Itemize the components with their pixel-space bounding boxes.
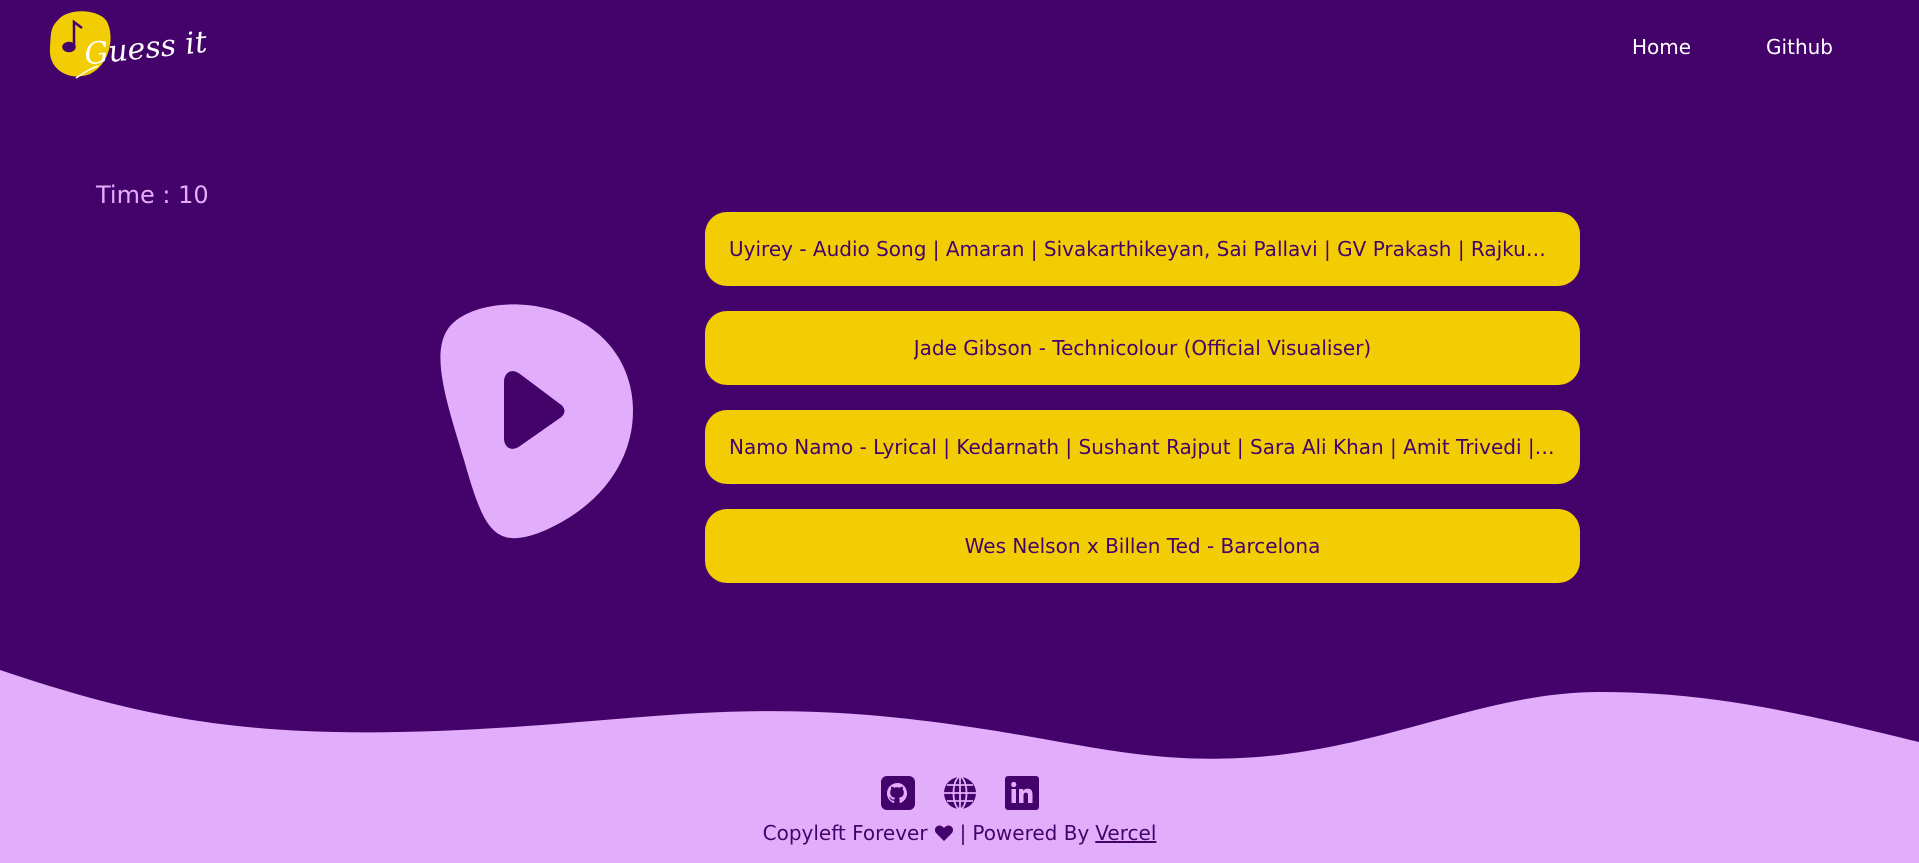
powered-by-text: Powered By	[972, 821, 1090, 845]
main-nav: Home Github	[1632, 35, 1833, 59]
nav-github-link[interactable]: Github	[1766, 35, 1833, 59]
answer-options: Uyirey - Audio Song | Amaran | Sivakarth…	[705, 212, 1580, 583]
option-button[interactable]: Namo Namo - Lyrical | Kedarnath | Sushan…	[705, 410, 1580, 484]
option-button[interactable]: Jade Gibson - Technicolour (Official Vis…	[705, 311, 1580, 385]
vercel-link[interactable]: Vercel	[1095, 821, 1156, 845]
option-label: Uyirey - Audio Song | Amaran | Sivakarth…	[729, 237, 1556, 261]
option-label: Jade Gibson - Technicolour (Official Vis…	[913, 336, 1372, 360]
heart-icon	[934, 825, 953, 841]
option-button[interactable]: Uyirey - Audio Song | Amaran | Sivakarth…	[705, 212, 1580, 286]
github-icon[interactable]	[880, 775, 916, 811]
option-label: Wes Nelson x Billen Ted - Barcelona	[964, 534, 1321, 558]
option-button[interactable]: Wes Nelson x Billen Ted - Barcelona	[705, 509, 1580, 583]
copyleft-text: Copyleft Forever	[762, 821, 928, 845]
play-button[interactable]	[434, 300, 642, 542]
copyright-line: Copyleft Forever | Powered By Vercel	[763, 821, 1157, 845]
nav-home-link[interactable]: Home	[1632, 35, 1691, 59]
option-label: Namo Namo - Lyrical | Kedarnath | Sushan…	[729, 435, 1556, 459]
footer: Copyleft Forever | Powered By Vercel	[0, 775, 1919, 845]
separator: |	[959, 821, 967, 845]
timer-label: Time : 10	[96, 181, 209, 209]
globe-icon[interactable]	[942, 775, 978, 811]
social-links	[880, 775, 1040, 811]
linkedin-icon[interactable]	[1004, 775, 1040, 811]
logo[interactable]: Guess it	[48, 8, 208, 84]
